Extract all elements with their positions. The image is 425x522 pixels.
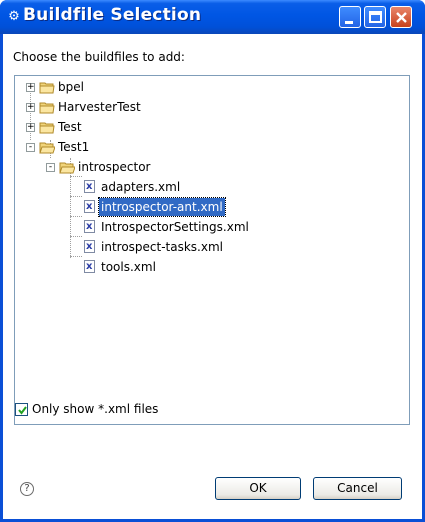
dialog-window: ⚙ Buildfile Selection Choose the buildfi… xyxy=(0,0,425,522)
minimize-button[interactable] xyxy=(339,6,361,28)
folder-icon xyxy=(39,102,55,114)
folder-open-icon xyxy=(39,142,55,154)
tree-connector xyxy=(70,176,82,177)
tree-node-label: IntrospectorSettings.xml xyxy=(101,220,249,234)
tree-connector xyxy=(70,196,82,197)
dialog-client-area: Choose the buildfiles to add: + bpel + H… xyxy=(3,34,422,519)
xml-file-icon xyxy=(84,258,95,276)
close-button[interactable] xyxy=(390,6,412,28)
tree-node-adapters-xml[interactable]: adapters.xml xyxy=(15,178,405,196)
tree-node-introspectorsettings-xml[interactable]: IntrospectorSettings.xml xyxy=(15,218,405,236)
tree-node-introspector-ant-xml[interactable]: introspector-ant.xml xyxy=(15,197,405,217)
folder-icon xyxy=(39,82,55,94)
minimize-icon xyxy=(345,21,353,24)
tree-node-label: HarvesterTest xyxy=(58,100,141,114)
tree-node-label-selected: introspector-ant.xml xyxy=(98,197,226,217)
folder-icon xyxy=(39,122,55,134)
cancel-button[interactable]: Cancel xyxy=(313,477,402,500)
close-icon xyxy=(396,12,407,23)
help-button[interactable]: ? xyxy=(20,482,34,496)
tree-node-introspector[interactable]: - introspector xyxy=(15,158,405,176)
checkmark-icon xyxy=(18,406,27,415)
tree-node-label: Test xyxy=(58,120,82,134)
instruction-label: Choose the buildfiles to add: xyxy=(13,50,185,64)
xml-filter-label: Only show *.xml files xyxy=(32,402,159,416)
xml-file-icon xyxy=(84,218,95,236)
tree-node-introspect-tasks-xml[interactable]: introspect-tasks.xml xyxy=(15,238,405,256)
tree-connector xyxy=(70,256,82,257)
expand-icon[interactable]: + xyxy=(26,103,35,112)
buildfile-tree[interactable]: + bpel + HarvesterTest + Test - Test1 - … xyxy=(14,75,410,425)
ok-button[interactable]: OK xyxy=(215,477,301,500)
tree-node-bpel[interactable]: + bpel xyxy=(15,78,405,96)
xml-file-icon xyxy=(84,238,95,256)
tree-node-label: Test1 xyxy=(58,140,90,154)
tree-node-label: adapters.xml xyxy=(101,180,181,194)
tree-node-label: introspect-tasks.xml xyxy=(101,240,223,254)
xml-file-icon xyxy=(84,198,95,216)
expand-icon[interactable]: + xyxy=(26,123,35,132)
tree-node-label: introspector xyxy=(78,160,151,174)
tree-connector xyxy=(70,216,82,217)
tree-node-test[interactable]: + Test xyxy=(15,118,405,136)
maximize-icon xyxy=(369,11,382,23)
tree-node-test1[interactable]: - Test1 xyxy=(15,138,405,156)
xml-filter-checkbox[interactable] xyxy=(15,403,28,416)
collapse-icon[interactable]: - xyxy=(46,163,55,172)
tree-node-harvestertest[interactable]: + HarvesterTest xyxy=(15,98,405,116)
folder-open-icon xyxy=(59,162,75,174)
maximize-button[interactable] xyxy=(364,6,386,28)
title-bar[interactable]: ⚙ Buildfile Selection xyxy=(0,0,425,34)
tree-node-label: bpel xyxy=(58,80,84,94)
collapse-icon[interactable]: - xyxy=(26,143,35,152)
xml-file-icon xyxy=(84,178,95,196)
expand-icon[interactable]: + xyxy=(26,83,35,92)
eclipse-icon: ⚙ xyxy=(8,9,20,24)
tree-node-label: tools.xml xyxy=(101,260,156,274)
dialog-title: Buildfile Selection xyxy=(23,5,202,25)
tree-connector xyxy=(70,236,82,237)
tree-node-tools-xml[interactable]: tools.xml xyxy=(15,258,405,276)
